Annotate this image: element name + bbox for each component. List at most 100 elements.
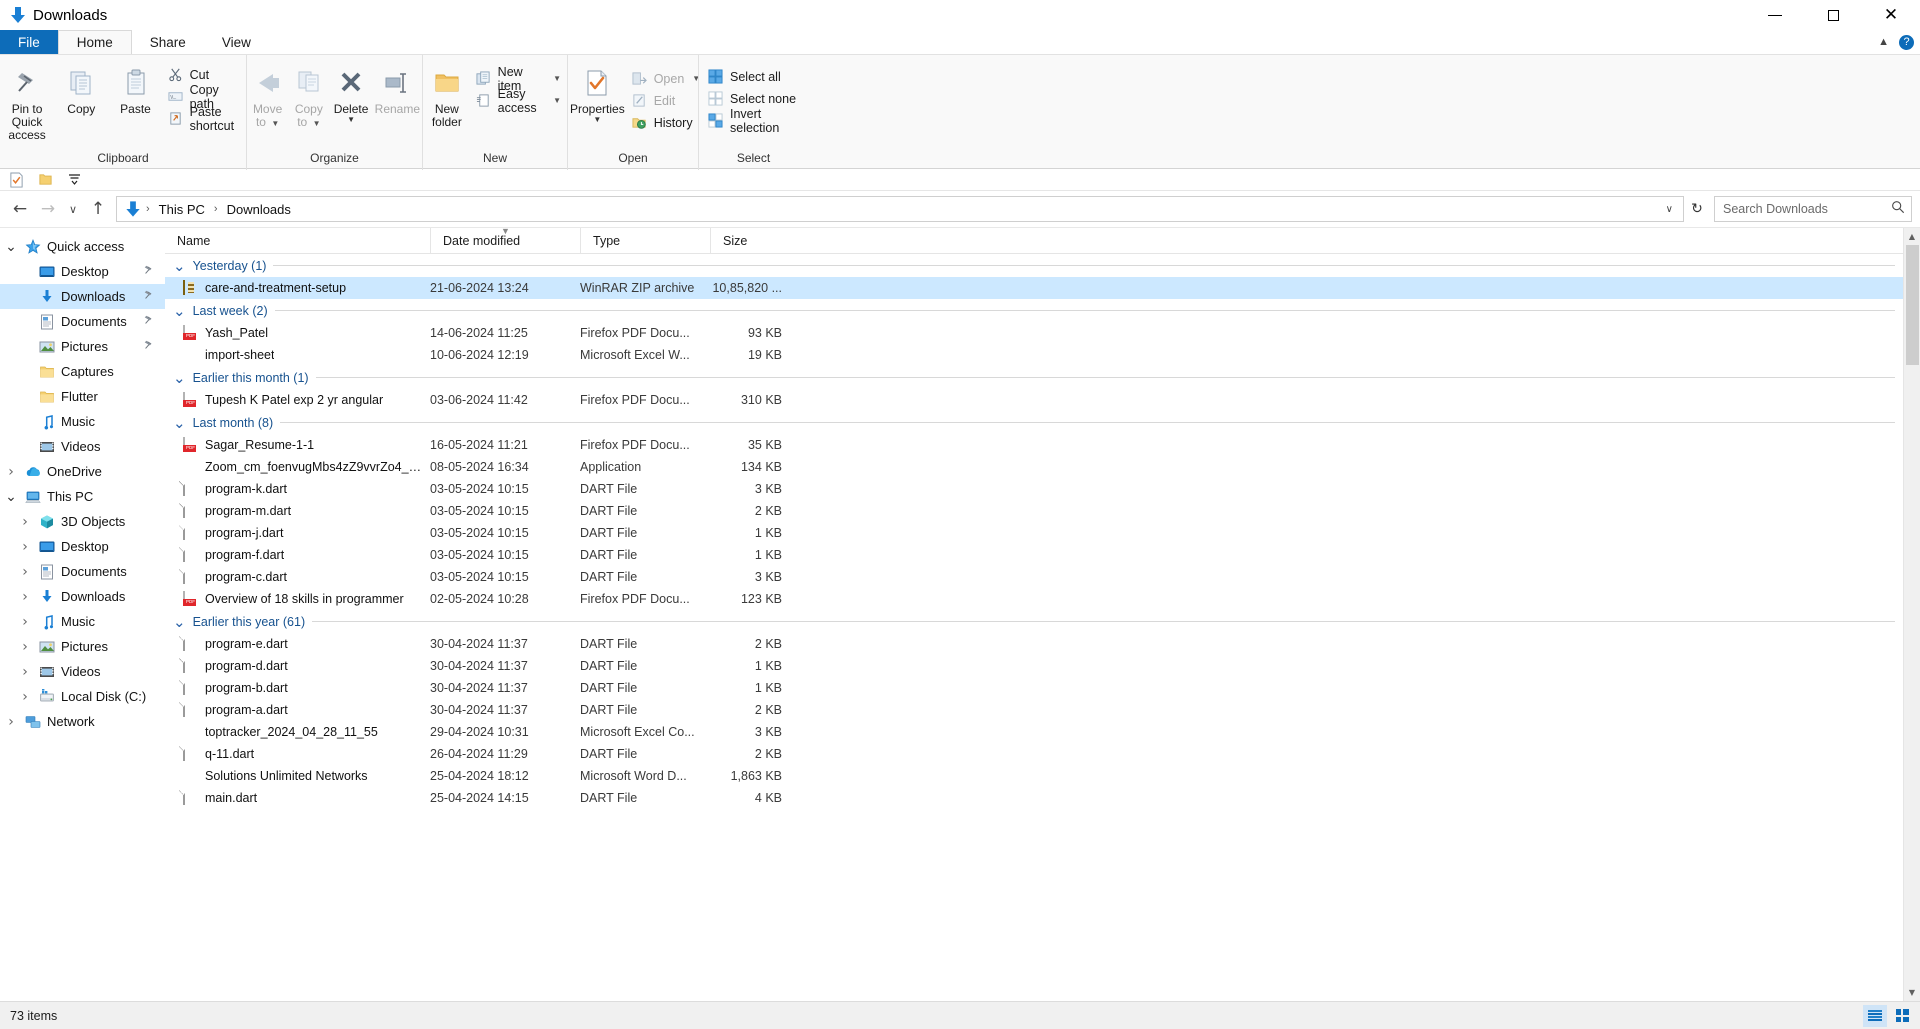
paste-shortcut-button[interactable]: Paste shortcut bbox=[163, 105, 246, 133]
chevron-down-icon[interactable]: ⌄ bbox=[173, 614, 186, 629]
delete-button[interactable]: Delete ▼ bbox=[329, 62, 372, 127]
file-name-cell[interactable]: program-m.dart bbox=[165, 503, 430, 519]
tab-view[interactable]: View bbox=[204, 30, 269, 54]
table-row[interactable]: Zoom_cm_foenvugMbs4zZ9vvrZo4_mAs... 08-05… bbox=[165, 456, 1903, 478]
chevron-right-icon[interactable]: › bbox=[0, 464, 22, 480]
pin-icon[interactable] bbox=[143, 314, 155, 329]
vertical-scrollbar[interactable]: ▲ ▼ bbox=[1903, 228, 1920, 1001]
copy-to-button[interactable]: Copy to ▼ bbox=[288, 62, 329, 134]
new-folder-button[interactable]: New folder bbox=[423, 62, 471, 133]
column-header-type[interactable]: Type bbox=[580, 227, 710, 254]
chevron-down-icon[interactable]: ⌄ bbox=[173, 370, 186, 385]
sidebar-item-documents[interactable]: › Documents bbox=[0, 559, 165, 584]
group-header[interactable]: ⌄ Earlier this year (61) bbox=[165, 610, 1903, 633]
scrollbar-track[interactable] bbox=[1904, 245, 1920, 984]
file-name-cell[interactable]: program-b.dart bbox=[165, 680, 430, 696]
sidebar-item-onedrive[interactable]: › OneDrive bbox=[0, 459, 165, 484]
file-name-cell[interactable]: program-a.dart bbox=[165, 702, 430, 718]
easy-access-button[interactable]: Easy access ▼ bbox=[471, 87, 567, 115]
chevron-right-icon[interactable]: › bbox=[14, 614, 36, 630]
open-button[interactable]: Open ▼ bbox=[627, 68, 707, 89]
file-name-cell[interactable]: program-k.dart bbox=[165, 481, 430, 497]
sidebar-item-pictures[interactable]: › Pictures bbox=[0, 634, 165, 659]
properties-dropdown-icon[interactable]: ▼ bbox=[593, 116, 601, 124]
table-row[interactable]: program-e.dart 30-04-2024 11:37 DART File 2… bbox=[165, 633, 1903, 655]
file-name-cell[interactable]: toptracker_2024_04_28_11_55 bbox=[165, 724, 430, 740]
table-row[interactable]: program-j.dart 03-05-2024 10:15 DART File 1… bbox=[165, 522, 1903, 544]
table-row[interactable]: program-a.dart 30-04-2024 11:37 DART File 2… bbox=[165, 699, 1903, 721]
file-name-cell[interactable]: Solutions Unlimited Networks bbox=[165, 768, 430, 784]
table-row[interactable]: program-c.dart 03-05-2024 10:15 DART File 3… bbox=[165, 566, 1903, 588]
properties-button[interactable]: Properties ▼ bbox=[568, 62, 627, 127]
chevron-right-icon[interactable]: › bbox=[0, 714, 22, 730]
sidebar-item-quick-access[interactable]: ⌄ Quick access bbox=[0, 234, 165, 259]
pin-icon[interactable] bbox=[143, 264, 155, 279]
chevron-down-icon[interactable]: ⌄ bbox=[0, 240, 22, 254]
qat-properties-icon[interactable] bbox=[8, 172, 24, 188]
chevron-down-icon[interactable]: ⌄ bbox=[173, 303, 186, 318]
table-row[interactable]: Solutions Unlimited Networks 25-04-2024 1… bbox=[165, 765, 1903, 787]
file-name-cell[interactable]: care-and-treatment-setup bbox=[165, 280, 430, 296]
chevron-down-icon[interactable]: ⌄ bbox=[173, 258, 186, 273]
sidebar-item-pictures[interactable]: Pictures bbox=[0, 334, 165, 359]
qat-customize-dropdown-icon[interactable] bbox=[66, 172, 82, 188]
select-all-button[interactable]: Select all bbox=[703, 66, 808, 87]
search-box[interactable] bbox=[1714, 196, 1912, 222]
table-row[interactable]: program-d.dart 30-04-2024 11:37 DART File 1… bbox=[165, 655, 1903, 677]
qat-new-folder-icon[interactable] bbox=[37, 172, 53, 188]
sidebar-item-videos[interactable]: › Videos bbox=[0, 659, 165, 684]
table-row[interactable]: PDF Overview of 18 skills in programmer 02… bbox=[165, 588, 1903, 610]
sidebar-item-flutter[interactable]: Flutter bbox=[0, 384, 165, 409]
table-row[interactable]: program-k.dart 03-05-2024 10:15 DART File 3… bbox=[165, 478, 1903, 500]
scroll-up-button[interactable]: ▲ bbox=[1904, 228, 1920, 245]
breadcrumb-downloads[interactable]: Downloads bbox=[223, 200, 295, 219]
file-name-cell[interactable]: import-sheet bbox=[165, 347, 430, 363]
search-input[interactable] bbox=[1723, 202, 1891, 216]
sidebar-item-downloads[interactable]: › Downloads bbox=[0, 584, 165, 609]
file-name-cell[interactable]: program-e.dart bbox=[165, 636, 430, 652]
file-name-cell[interactable]: program-j.dart bbox=[165, 525, 430, 541]
file-name-cell[interactable]: main.dart bbox=[165, 790, 430, 806]
file-name-cell[interactable]: PDF Sagar_Resume-1-1 bbox=[165, 437, 430, 453]
pin-to-quick-access-button[interactable]: Pin to Quick access bbox=[0, 62, 54, 146]
group-header[interactable]: ⌄ Last week (2) bbox=[165, 299, 1903, 322]
help-icon[interactable]: ? bbox=[1899, 34, 1914, 50]
group-header[interactable]: ⌄ Last month (8) bbox=[165, 411, 1903, 434]
tab-file[interactable]: File bbox=[0, 30, 58, 54]
sidebar-item-network[interactable]: › Network bbox=[0, 709, 165, 734]
sidebar-item-documents[interactable]: Documents bbox=[0, 309, 165, 334]
breadcrumb[interactable]: › This PC › Downloads ∨ bbox=[116, 196, 1684, 222]
back-button[interactable]: ← bbox=[6, 195, 34, 223]
file-name-cell[interactable]: q-11.dart bbox=[165, 746, 430, 762]
table-row[interactable]: program-m.dart 03-05-2024 10:15 DART File 2… bbox=[165, 500, 1903, 522]
chevron-down-icon[interactable]: ⌄ bbox=[173, 415, 186, 430]
tab-home[interactable]: Home bbox=[57, 30, 132, 54]
details-view-button[interactable] bbox=[1863, 1004, 1887, 1027]
recent-locations-button[interactable]: ∨ bbox=[62, 195, 84, 223]
table-row[interactable]: PDF Sagar_Resume-1-1 16-05-2024 11:21 Firef… bbox=[165, 434, 1903, 456]
up-button[interactable]: ↑ bbox=[84, 195, 112, 223]
minimize-button[interactable] bbox=[1746, 0, 1804, 30]
sidebar-item-3d-objects[interactable]: › 3D Objects bbox=[0, 509, 165, 534]
invert-selection-button[interactable]: Invert selection bbox=[703, 107, 808, 135]
table-row[interactable]: import-sheet 10-06-2024 12:19 Microsoft Ex… bbox=[165, 344, 1903, 366]
file-name-cell[interactable]: program-f.dart bbox=[165, 547, 430, 563]
search-icon[interactable] bbox=[1891, 200, 1905, 219]
table-row[interactable]: program-f.dart 03-05-2024 10:15 DART File 1… bbox=[165, 544, 1903, 566]
file-name-cell[interactable]: PDF Yash_Patel bbox=[165, 325, 430, 341]
file-name-cell[interactable]: PDF Overview of 18 skills in programmer bbox=[165, 591, 430, 607]
sidebar-item-local-disk-c[interactable]: › Local Disk (C:) bbox=[0, 684, 165, 709]
pin-icon[interactable] bbox=[143, 289, 155, 304]
history-button[interactable]: History bbox=[627, 112, 707, 133]
maximize-button[interactable] bbox=[1804, 0, 1862, 30]
table-row[interactable]: q-11.dart 26-04-2024 11:29 DART File 2 KB bbox=[165, 743, 1903, 765]
rename-button[interactable]: Rename bbox=[373, 62, 422, 120]
large-icons-view-button[interactable] bbox=[1890, 1005, 1914, 1027]
scroll-down-button[interactable]: ▼ bbox=[1904, 984, 1920, 1001]
sidebar-item-this-pc[interactable]: ⌄ This PC bbox=[0, 484, 165, 509]
move-to-button[interactable]: Move to ▼ bbox=[247, 62, 288, 134]
chevron-right-icon[interactable]: › bbox=[14, 664, 36, 680]
sidebar-item-music[interactable]: Music bbox=[0, 409, 165, 434]
table-row[interactable]: program-b.dart 30-04-2024 11:37 DART File 1… bbox=[165, 677, 1903, 699]
group-header[interactable]: ⌄ Yesterday (1) bbox=[165, 254, 1903, 277]
